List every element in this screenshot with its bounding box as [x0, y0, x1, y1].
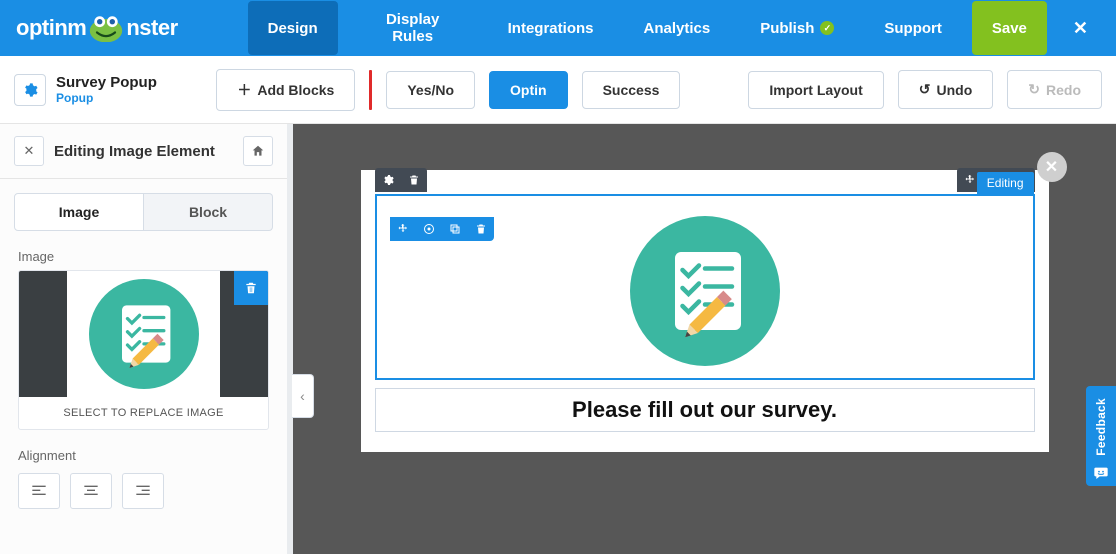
element-move-button[interactable]: [390, 217, 416, 241]
sidebar-home-button[interactable]: [243, 136, 273, 166]
add-blocks-label: Add Blocks: [257, 82, 334, 98]
feedback-tab[interactable]: Feedback: [1086, 386, 1116, 486]
align-right-icon: [135, 485, 151, 497]
gear-icon: [22, 82, 38, 98]
nav-publish-label: Publish: [760, 20, 814, 37]
tab-block[interactable]: Block: [144, 193, 273, 231]
copy-icon: [449, 223, 461, 235]
delete-image-button[interactable]: [234, 271, 268, 305]
check-icon: ✓: [820, 21, 834, 35]
brand-text-pre: optinm: [16, 15, 86, 41]
main-area: ✕ Editing Image Element Image Block Imag…: [0, 124, 1116, 554]
close-icon: ✕: [1073, 18, 1088, 38]
align-left-button[interactable]: [18, 473, 60, 509]
view-success-button[interactable]: Success: [582, 71, 681, 109]
campaign-type: Popup: [56, 91, 157, 105]
sidebar-title: Editing Image Element: [54, 143, 233, 160]
close-editor-button[interactable]: ✕: [1057, 8, 1104, 49]
nav-analytics[interactable]: Analytics: [623, 1, 730, 55]
column-delete-button[interactable]: [401, 168, 427, 192]
trash-icon: [475, 223, 487, 235]
image-picker[interactable]: SELECT TO REPLACE IMAGE: [18, 270, 269, 430]
close-icon: ✕: [1045, 157, 1058, 177]
element-settings-button[interactable]: [416, 217, 442, 241]
gear-icon: [423, 223, 435, 235]
element-delete-button[interactable]: [468, 217, 494, 241]
brand-logo[interactable]: optinm nster: [12, 14, 238, 42]
align-right-button[interactable]: [122, 473, 164, 509]
undo-button[interactable]: ↺ Undo: [898, 70, 994, 109]
feedback-label: Feedback: [1094, 394, 1108, 460]
canvas: ‹ ✕: [293, 124, 1116, 554]
nav-support[interactable]: Support: [864, 1, 962, 55]
campaign-title: Survey Popup: [56, 74, 157, 91]
top-nav: optinm nster Design Display Rules Integr…: [0, 0, 1116, 56]
chat-icon: [1093, 466, 1109, 480]
trash-icon: [244, 280, 258, 296]
sidebar-close-button[interactable]: ✕: [14, 136, 44, 166]
tab-image[interactable]: Image: [14, 193, 144, 231]
close-icon: ✕: [24, 143, 35, 159]
import-layout-button[interactable]: Import Layout: [748, 71, 883, 109]
column-toolbar: [375, 168, 427, 192]
campaign-label: Survey Popup Popup: [14, 74, 157, 106]
alignment-label: Alignment: [0, 440, 287, 469]
collapse-sidebar-button[interactable]: ‹: [292, 374, 314, 418]
move-icon: [964, 174, 976, 186]
undo-icon: ↺: [919, 81, 931, 98]
view-divider: [369, 70, 372, 110]
trash-icon: [408, 174, 420, 186]
align-center-button[interactable]: [70, 473, 112, 509]
column-settings-button[interactable]: [375, 168, 401, 192]
headline-element[interactable]: Please fill out our survey.: [375, 388, 1035, 432]
align-left-icon: [31, 485, 47, 497]
element-toolbar: [390, 217, 494, 241]
plus-icon: ＋: [237, 80, 251, 100]
redo-label: Redo: [1046, 82, 1081, 98]
campaign-settings-button[interactable]: [14, 74, 46, 106]
sidebar-header: ✕ Editing Image Element: [0, 124, 287, 179]
survey-clipboard-icon: [89, 279, 199, 389]
chevron-left-icon: ‹: [300, 388, 305, 404]
nav-design[interactable]: Design: [248, 1, 338, 55]
brand-text-post: nster: [126, 15, 177, 41]
align-center-icon: [83, 485, 99, 497]
image-section-label: Image: [0, 241, 287, 270]
redo-button[interactable]: ↻ Redo: [1007, 70, 1102, 109]
sidebar: ✕ Editing Image Element Image Block Imag…: [0, 124, 293, 554]
view-optin-button[interactable]: Optin: [489, 71, 568, 109]
survey-clipboard-icon: [630, 216, 780, 366]
gear-icon: [382, 174, 394, 186]
preview-pad-left: [19, 271, 67, 397]
undo-label: Undo: [937, 82, 973, 98]
popup-close-button[interactable]: ✕: [1037, 152, 1067, 182]
sub-toolbar: Survey Popup Popup ＋ Add Blocks Yes/No O…: [0, 56, 1116, 124]
selected-row[interactable]: Editing: [375, 194, 1035, 380]
move-icon: [397, 223, 409, 235]
headline-text: Please fill out our survey.: [572, 397, 837, 422]
view-yesno-button[interactable]: Yes/No: [386, 71, 475, 109]
save-button[interactable]: Save: [972, 1, 1047, 55]
nav-publish[interactable]: Publish ✓: [740, 1, 854, 55]
mascot-icon: [88, 14, 124, 42]
nav-display-rules[interactable]: Display Rules: [348, 1, 478, 55]
sidebar-tabs: Image Block: [0, 179, 287, 241]
editing-badge: Editing: [977, 172, 1034, 194]
element-duplicate-button[interactable]: [442, 217, 468, 241]
alignment-row: [0, 469, 287, 527]
picker-caption: SELECT TO REPLACE IMAGE: [19, 397, 268, 429]
redo-icon: ↻: [1028, 81, 1040, 98]
home-icon: [251, 144, 265, 158]
nav-integrations[interactable]: Integrations: [488, 1, 614, 55]
image-preview: [19, 271, 268, 397]
popup-preview: ✕: [361, 170, 1049, 452]
add-blocks-button[interactable]: ＋ Add Blocks: [216, 69, 355, 111]
nav-items: Design Display Rules Integrations Analyt…: [248, 1, 1047, 55]
